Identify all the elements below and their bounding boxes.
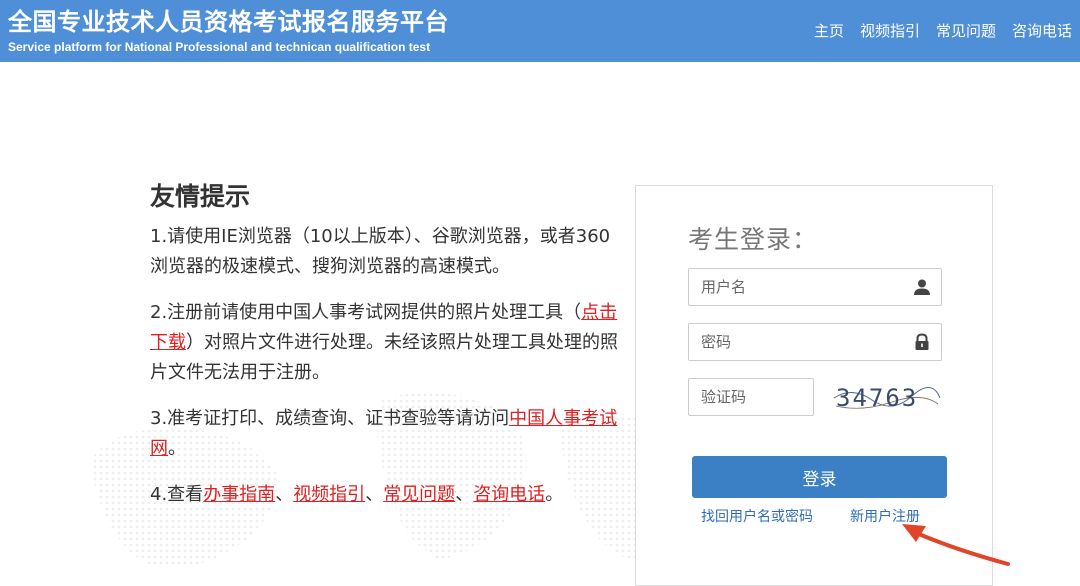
- site-header: 全国专业技术人员资格考试报名服务平台 Service platform for …: [0, 0, 1080, 62]
- top-nav: 主页 视频指引 常见问题 咨询电话: [814, 20, 1072, 41]
- separator: 、: [365, 484, 384, 505]
- tip-2-after: ）对照片文件进行处理。未经该照片处理工具处理的照片文件无法用于注册。: [150, 332, 618, 383]
- tip-1-text: 1.请使用IE浏览器（10以上版本）、谷歌浏览器，或者360浏览器的极速模式、搜…: [150, 226, 611, 277]
- forgot-credentials-link[interactable]: 找回用户名或密码: [701, 506, 813, 526]
- captcha-text: 34763: [836, 384, 918, 412]
- tip-item-3: 3.准考证打印、成绩查询、证书查验等请访问中国人事考试网。: [150, 404, 620, 464]
- tip-3-after: 。: [168, 438, 186, 459]
- friendly-tips: 友情提示 1.请使用IE浏览器（10以上版本）、谷歌浏览器，或者360浏览器的极…: [150, 180, 620, 526]
- video-guide-link[interactable]: 视频指引: [293, 484, 365, 505]
- password-field: [688, 323, 942, 361]
- site-title: 全国专业技术人员资格考试报名服务平台: [8, 8, 449, 36]
- username-field: [688, 268, 942, 306]
- captcha-field: [688, 378, 814, 416]
- site-subtitle: Service platform for National Profession…: [8, 40, 431, 54]
- user-icon: [914, 279, 930, 295]
- tip-item-2: 2.注册前请使用中国人事考试网提供的照片处理工具（点击下载）对照片文件进行处理。…: [150, 298, 620, 388]
- nav-contact-phone[interactable]: 咨询电话: [1012, 20, 1072, 41]
- contact-phone-link[interactable]: 咨询电话: [473, 484, 545, 505]
- captcha-input[interactable]: [689, 379, 809, 415]
- password-input[interactable]: [689, 324, 889, 360]
- separator: 、: [455, 484, 474, 505]
- tip-4-before: 4.查看: [150, 484, 204, 505]
- username-input[interactable]: [689, 269, 889, 305]
- tip-2-before: 2.注册前请使用中国人事考试网提供的照片处理工具（: [150, 302, 582, 323]
- red-arrow-icon: [902, 524, 1010, 566]
- faq-link[interactable]: 常见问题: [383, 484, 455, 505]
- login-title: 考生登录：: [688, 225, 819, 254]
- tips-title: 友情提示: [150, 182, 251, 211]
- nav-video-guide[interactable]: 视频指引: [860, 20, 920, 41]
- lock-icon: [915, 333, 929, 350]
- tip-3-before: 3.准考证打印、成绩查询、证书查验等请访问: [150, 408, 510, 429]
- nav-home[interactable]: 主页: [814, 20, 844, 41]
- guide-link[interactable]: 办事指南: [203, 484, 275, 505]
- nav-faq[interactable]: 常见问题: [936, 20, 996, 41]
- separator: 、: [275, 484, 294, 505]
- tip-4-after: 。: [545, 484, 564, 505]
- login-button[interactable]: 登录: [692, 456, 947, 498]
- tip-item-1: 1.请使用IE浏览器（10以上版本）、谷歌浏览器，或者360浏览器的极速模式、搜…: [150, 222, 620, 282]
- captcha-image[interactable]: 34763: [832, 378, 942, 416]
- tip-item-4: 4.查看办事指南、视频指引、常见问题、咨询电话。: [150, 480, 620, 510]
